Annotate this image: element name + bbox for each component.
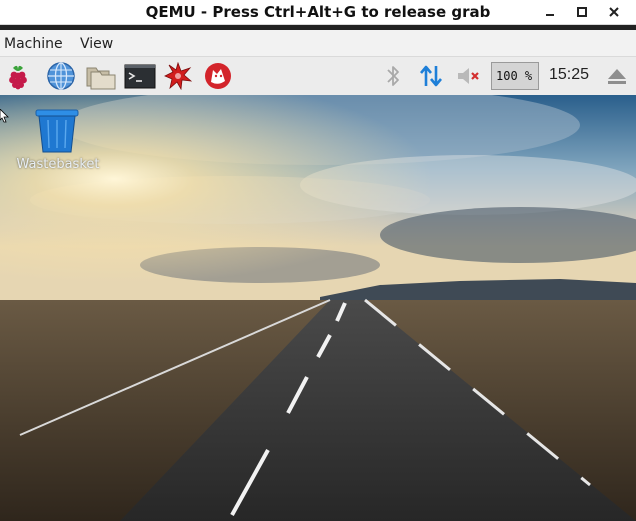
close-icon <box>609 7 619 17</box>
eject-button[interactable] <box>604 62 630 90</box>
close-button[interactable] <box>605 3 623 21</box>
menu-view[interactable]: View <box>80 30 113 56</box>
clock[interactable]: 15:25 <box>549 66 589 84</box>
volume-button[interactable] <box>455 62 483 90</box>
web-browser-launcher[interactable] <box>47 62 75 90</box>
wolfram-launcher[interactable] <box>203 62 233 90</box>
window-titlebar: QEMU - Press Ctrl+Alt+G to release grab <box>0 0 636 25</box>
terminal-icon <box>124 64 156 89</box>
file-manager-icon <box>86 67 116 90</box>
network-button[interactable] <box>418 62 444 90</box>
raspberry-menu-icon <box>9 65 27 90</box>
bluetooth-button[interactable] <box>383 62 403 90</box>
top-panel: 100 % 15:25 <box>0 56 636 96</box>
web-browser-icon <box>47 62 75 90</box>
desktop[interactable]: Wastebasket <box>0 95 636 521</box>
terminal-launcher[interactable] <box>124 62 156 90</box>
menu-machine[interactable]: Machine <box>4 30 63 56</box>
cpu-monitor[interactable]: 100 % <box>491 62 539 90</box>
volume-muted-icon <box>458 68 479 84</box>
wastebasket-desktop-icon[interactable] <box>34 109 80 153</box>
wastebasket-icon <box>35 109 79 153</box>
raspberry-menu-button[interactable] <box>4 62 32 90</box>
maximize-button[interactable] <box>573 3 591 21</box>
file-manager-launcher[interactable] <box>85 62 117 90</box>
wastebasket-label: Wastebasket <box>16 157 100 172</box>
bluetooth-icon <box>387 66 399 86</box>
minimize-icon <box>546 14 554 16</box>
minimize-button[interactable] <box>541 3 559 21</box>
mathematica-icon <box>164 61 193 91</box>
eject-icon <box>608 69 626 84</box>
maximize-icon <box>577 7 587 17</box>
network-icon <box>420 65 442 87</box>
wolfram-icon <box>205 63 231 89</box>
mathematica-launcher[interactable] <box>164 61 193 91</box>
mouse-cursor-icon <box>0 109 9 123</box>
cpu-usage: 100 % <box>496 69 533 83</box>
menubar: Machine View <box>0 30 636 56</box>
